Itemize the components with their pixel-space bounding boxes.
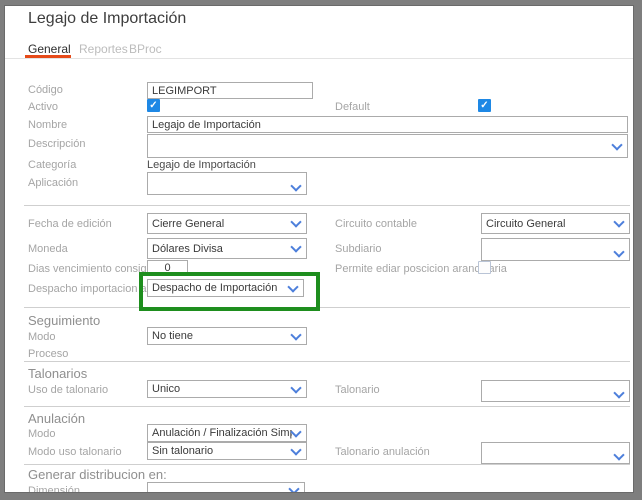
- chevron-down-icon: [613, 216, 624, 227]
- categoria-label: Categoría: [28, 159, 76, 171]
- chevron-down-icon: [613, 387, 624, 398]
- tab-general[interactable]: General: [28, 42, 71, 56]
- legajo-importacion-window: Legajo de Importación General Reportes B…: [0, 0, 642, 500]
- section-divider: [24, 361, 630, 362]
- chevron-down-icon: [290, 329, 301, 340]
- circuito-contable-combo[interactable]: Circuito General: [481, 213, 630, 234]
- fecha-edicion-combo[interactable]: Cierre General: [147, 213, 307, 234]
- uso-talonario-value: Unico: [152, 383, 180, 395]
- section-divider: [24, 406, 630, 407]
- activo-label: Activo: [28, 101, 58, 113]
- chevron-down-icon: [290, 241, 301, 252]
- descripcion-combo[interactable]: [147, 134, 628, 158]
- activo-checkbox[interactable]: ✓: [147, 99, 160, 112]
- nombre-input[interactable]: [147, 116, 628, 133]
- section-divider: [24, 307, 630, 308]
- fecha-edicion-value: Cierre General: [152, 218, 224, 230]
- chevron-down-icon: [290, 180, 301, 191]
- subdiario-combo[interactable]: [481, 238, 630, 261]
- codigo-input[interactable]: [147, 82, 313, 99]
- categoria-value: Legajo de Importación: [147, 159, 256, 171]
- chevron-down-icon: [613, 449, 624, 460]
- tabbar-divider: [5, 58, 634, 59]
- seguimiento-modo-combo[interactable]: No tiene: [147, 327, 307, 345]
- section-divider: [24, 464, 630, 465]
- chevron-down-icon: [290, 444, 301, 455]
- page-title: Legajo de Importación: [28, 10, 186, 28]
- codigo-label: Código: [28, 84, 63, 96]
- proceso-label: Proceso: [28, 348, 68, 360]
- anulacion-modo-label: Modo: [28, 428, 56, 440]
- dimension-combo[interactable]: [147, 482, 305, 498]
- modo-uso-talonario-label: Modo uso talonario: [28, 446, 122, 458]
- talonario-label: Talonario: [335, 384, 380, 396]
- seguimiento-modo-value: No tiene: [152, 330, 193, 342]
- section-divider: [24, 205, 630, 206]
- tab-reportes[interactable]: Reportes: [79, 42, 128, 56]
- seguimiento-section-title: Seguimiento: [28, 313, 100, 328]
- anulacion-section-title: Anulación: [28, 411, 85, 426]
- dimension-label: Dimensión: [28, 485, 80, 497]
- chevron-down-icon: [290, 216, 301, 227]
- tab-bproc[interactable]: BProc: [129, 42, 162, 56]
- moneda-value: Dólares Divisa: [152, 243, 223, 255]
- dias-vencimiento-input[interactable]: [147, 260, 188, 276]
- chevron-down-icon: [611, 139, 622, 150]
- chevron-down-icon: [613, 246, 624, 257]
- nombre-label: Nombre: [28, 119, 67, 131]
- despacho-value: Despacho de Importación: [152, 282, 277, 294]
- chevron-down-icon: [290, 382, 301, 393]
- default-checkbox[interactable]: ✓: [478, 99, 491, 112]
- uso-talonario-combo[interactable]: Unico: [147, 380, 307, 398]
- talonario-anulacion-label: Talonario anulación: [335, 446, 430, 458]
- chevron-down-icon: [288, 483, 299, 494]
- anulacion-modo-value: Anulación / Finalización Simple: [152, 427, 292, 439]
- fecha-edicion-label: Fecha de edición: [28, 218, 112, 230]
- default-label: Default: [335, 101, 370, 113]
- descripcion-label: Descripción: [28, 138, 85, 150]
- anulacion-modo-combo[interactable]: Anulación / Finalización Simple: [147, 424, 307, 442]
- modo-uso-talonario-combo[interactable]: Sin talonario: [147, 442, 307, 460]
- moneda-label: Moneda: [28, 243, 68, 255]
- aplicacion-label: Aplicación: [28, 177, 78, 189]
- talonario-combo[interactable]: [481, 380, 630, 402]
- permite-editar-checkbox[interactable]: [478, 261, 491, 274]
- uso-talonario-label: Uso de talonario: [28, 384, 108, 396]
- talonarios-section-title: Talonarios: [28, 366, 87, 381]
- circuito-contable-label: Circuito contable: [335, 218, 417, 230]
- modo-uso-talonario-value: Sin talonario: [152, 445, 213, 457]
- despacho-combo[interactable]: Despacho de Importación: [147, 279, 304, 297]
- aplicacion-combo[interactable]: [147, 172, 307, 195]
- moneda-combo[interactable]: Dólares Divisa: [147, 238, 307, 259]
- circuito-contable-value: Circuito General: [486, 218, 565, 230]
- seguimiento-modo-label: Modo: [28, 331, 56, 343]
- distribucion-section-title: Generar distribucion en:: [28, 467, 167, 482]
- subdiario-label: Subdiario: [335, 243, 381, 255]
- talonario-anulacion-combo[interactable]: [481, 442, 630, 464]
- chevron-down-icon: [290, 426, 301, 437]
- chevron-down-icon: [287, 281, 298, 292]
